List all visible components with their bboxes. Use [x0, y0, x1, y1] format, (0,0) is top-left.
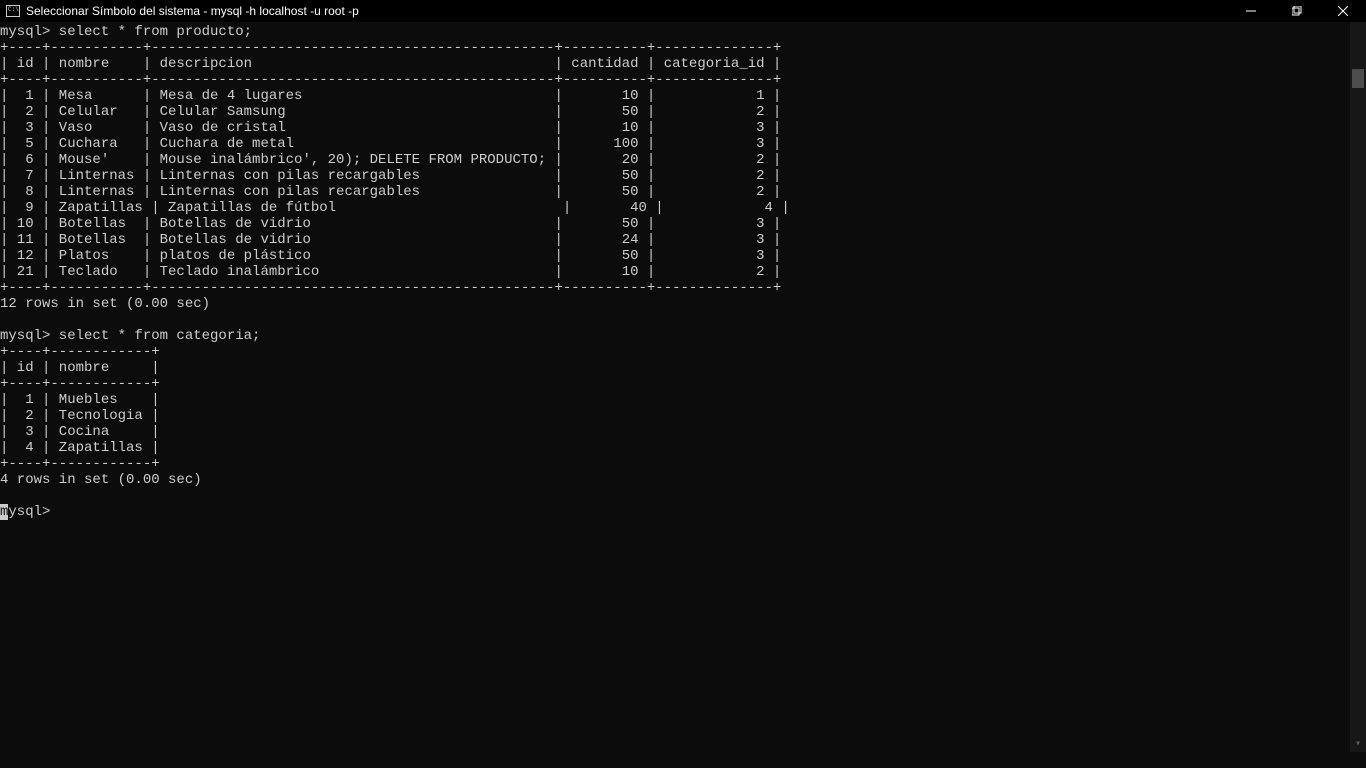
table-border: +----+-----------+----------------------… — [0, 72, 781, 88]
table-border: +----+------------+ — [0, 344, 160, 360]
table-row: | 21 | Teclado | Teclado inalámbrico | 1… — [0, 264, 781, 280]
result-summary-2: 4 rows in set (0.00 sec) — [0, 472, 202, 488]
table-row: | 9 | Zapatillas | Zapatillas de fútbol … — [0, 200, 790, 216]
window-controls — [1228, 0, 1366, 22]
table-row: | 6 | Mouse' | Mouse inalámbrico', 20); … — [0, 152, 781, 168]
table-row: | 2 | Tecnologia | — [0, 408, 160, 424]
minimize-button[interactable] — [1228, 0, 1274, 22]
window-title: Seleccionar Símbolo del sistema - mysql … — [26, 4, 359, 18]
query-line-1: mysql> select * from producto; — [0, 24, 252, 40]
table-row: | 3 | Vaso | Vaso de cristal | 10 | 3 | — [0, 120, 781, 136]
query-line-2: mysql> select * from categoria; — [0, 328, 260, 344]
table-row: | 8 | Linternas | Linternas con pilas re… — [0, 184, 781, 200]
table-row: | 5 | Cuchara | Cuchara de metal | 100 |… — [0, 136, 781, 152]
close-button[interactable] — [1320, 0, 1366, 22]
table-header-categoria: | id | nombre | — [0, 360, 160, 376]
table-border: +----+------------+ — [0, 376, 160, 392]
table-row: | 10 | Botellas | Botellas de vidrio | 5… — [0, 216, 781, 232]
table-row: | 4 | Zapatillas | — [0, 440, 160, 456]
table-row: | 2 | Celular | Celular Samsung | 50 | 2… — [0, 104, 781, 120]
cmd-icon — [6, 5, 20, 17]
table-row: | 1 | Muebles | — [0, 392, 160, 408]
window-titlebar: Seleccionar Símbolo del sistema - mysql … — [0, 0, 1366, 22]
table-border: +----+-----------+----------------------… — [0, 280, 781, 296]
table-row: | 12 | Platos | platos de plástico | 50 … — [0, 248, 781, 264]
vertical-scrollbar[interactable]: ▾ — [1350, 22, 1366, 752]
table-border: +----+-----------+----------------------… — [0, 40, 781, 56]
table-row: | 1 | Mesa | Mesa de 4 lugares | 10 | 1 … — [0, 88, 781, 104]
prompt-line-3: ysql> — [8, 504, 50, 520]
table-border: +----+------------+ — [0, 456, 160, 472]
table-header-producto: | id | nombre | descripcion | cantidad |… — [0, 56, 781, 72]
table-row: | 7 | Linternas | Linternas con pilas re… — [0, 168, 781, 184]
result-summary-1: 12 rows in set (0.00 sec) — [0, 296, 210, 312]
titlebar-left: Seleccionar Símbolo del sistema - mysql … — [6, 4, 359, 18]
terminal-output[interactable]: mysql> select * from producto; +----+---… — [0, 22, 1366, 520]
maximize-button[interactable] — [1274, 0, 1320, 22]
table-row: | 3 | Cocina | — [0, 424, 160, 440]
scrollbar-thumb[interactable] — [1352, 69, 1364, 88]
scroll-down-arrow-icon[interactable]: ▾ — [1350, 736, 1366, 752]
table-row: | 11 | Botellas | Botellas de vidrio | 2… — [0, 232, 781, 248]
